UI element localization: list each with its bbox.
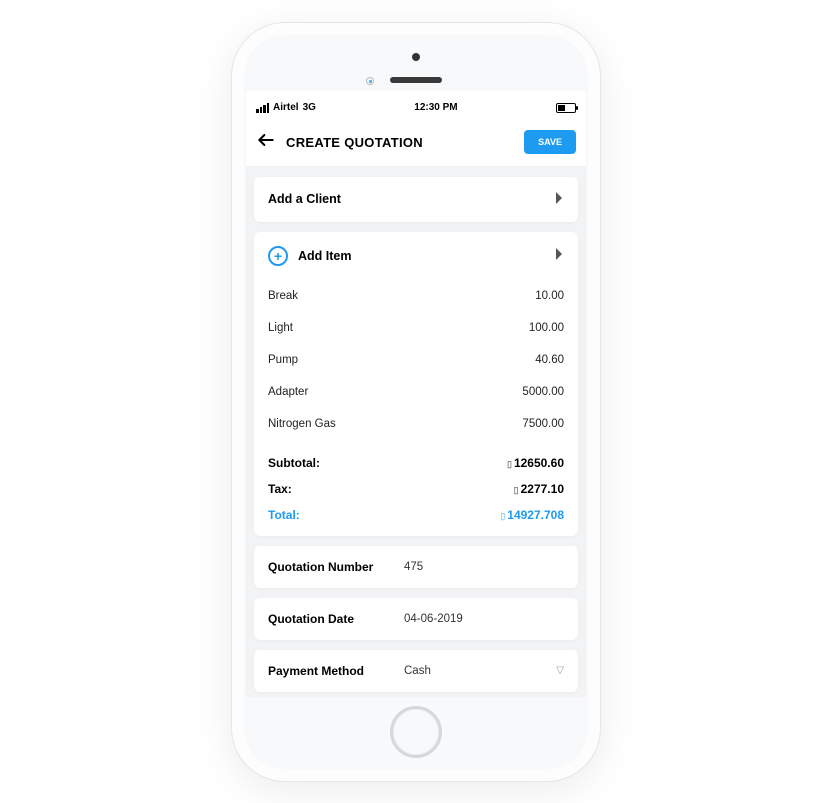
network-label: 3G bbox=[303, 102, 316, 113]
page-title: CREATE QUOTATION bbox=[286, 135, 423, 150]
add-item-label: Add Item bbox=[298, 249, 351, 263]
add-client-label: Add a Client bbox=[268, 192, 341, 206]
chevron-right-icon bbox=[554, 247, 564, 264]
content-scroll[interactable]: Add a Client + Add Item Break 1 bbox=[246, 167, 586, 697]
line-item[interactable]: Light 100.00 bbox=[254, 312, 578, 344]
proximity-sensor bbox=[366, 77, 374, 85]
quotation-date-value: 04-06-2019 bbox=[404, 613, 463, 625]
home-button[interactable] bbox=[390, 706, 442, 758]
item-price: 100.00 bbox=[529, 322, 564, 334]
quotation-date-label: Quotation Date bbox=[268, 612, 388, 626]
add-item-row[interactable]: + Add Item bbox=[254, 232, 578, 280]
tax-label: Tax: bbox=[268, 482, 292, 496]
tax-value: ▯2277.10 bbox=[514, 482, 564, 496]
item-name: Adapter bbox=[268, 386, 308, 398]
status-left: Airtel 3G bbox=[256, 102, 316, 113]
screen: Airtel 3G 12:30 PM CREATE QUOTATION SAVE… bbox=[246, 91, 586, 697]
plus-circle-icon: + bbox=[268, 246, 288, 266]
item-name: Pump bbox=[268, 354, 298, 366]
carrier-label: Airtel bbox=[273, 102, 299, 113]
save-button[interactable]: SAVE bbox=[524, 130, 576, 154]
subtotal-value: ▯12650.60 bbox=[507, 456, 564, 470]
tax-row: Tax: ▯2277.10 bbox=[254, 476, 578, 502]
status-time: 12:30 PM bbox=[414, 102, 457, 113]
status-bar: Airtel 3G 12:30 PM bbox=[246, 91, 586, 119]
back-arrow-icon[interactable] bbox=[256, 130, 276, 155]
item-price: 7500.00 bbox=[522, 418, 564, 430]
line-item[interactable]: Pump 40.60 bbox=[254, 344, 578, 376]
item-price: 5000.00 bbox=[522, 386, 564, 398]
phone-top-bezel bbox=[246, 37, 586, 91]
battery-icon bbox=[556, 103, 576, 113]
quotation-number-value: 475 bbox=[404, 561, 423, 573]
phone-frame: Airtel 3G 12:30 PM CREATE QUOTATION SAVE… bbox=[231, 22, 601, 782]
total-value: ▯14927.708 bbox=[500, 508, 564, 522]
subtotal-label: Subtotal: bbox=[268, 456, 320, 470]
quotation-number-card[interactable]: Quotation Number 475 bbox=[254, 546, 578, 588]
signal-icon bbox=[256, 103, 269, 113]
camera-dot bbox=[412, 53, 420, 61]
chevron-right-icon bbox=[554, 191, 564, 208]
home-button-area bbox=[246, 697, 586, 767]
payment-method-card[interactable]: Payment Method Cash ▽ bbox=[254, 650, 578, 692]
item-name: Light bbox=[268, 322, 293, 334]
add-client-card[interactable]: Add a Client bbox=[254, 177, 578, 222]
subtotal-row: Subtotal: ▯12650.60 bbox=[254, 446, 578, 476]
item-name: Break bbox=[268, 290, 298, 302]
item-price: 10.00 bbox=[535, 290, 564, 302]
line-item[interactable]: Adapter 5000.00 bbox=[254, 376, 578, 408]
item-name: Nitrogen Gas bbox=[268, 418, 336, 430]
quotation-number-label: Quotation Number bbox=[268, 560, 388, 574]
quotation-date-card[interactable]: Quotation Date 04-06-2019 bbox=[254, 598, 578, 640]
payment-method-value: Cash bbox=[404, 665, 431, 677]
line-item[interactable]: Nitrogen Gas 7500.00 bbox=[254, 408, 578, 446]
total-label: Total: bbox=[268, 508, 300, 522]
app-header: CREATE QUOTATION SAVE bbox=[246, 119, 586, 167]
item-price: 40.60 bbox=[535, 354, 564, 366]
items-card: + Add Item Break 10.00 Light 100.00 Pump bbox=[254, 232, 578, 536]
payment-method-label: Payment Method bbox=[268, 664, 388, 678]
total-row: Total: ▯14927.708 bbox=[254, 502, 578, 536]
line-item[interactable]: Break 10.00 bbox=[254, 280, 578, 312]
speaker-grille bbox=[390, 77, 442, 83]
chevron-down-icon: ▽ bbox=[556, 665, 564, 676]
